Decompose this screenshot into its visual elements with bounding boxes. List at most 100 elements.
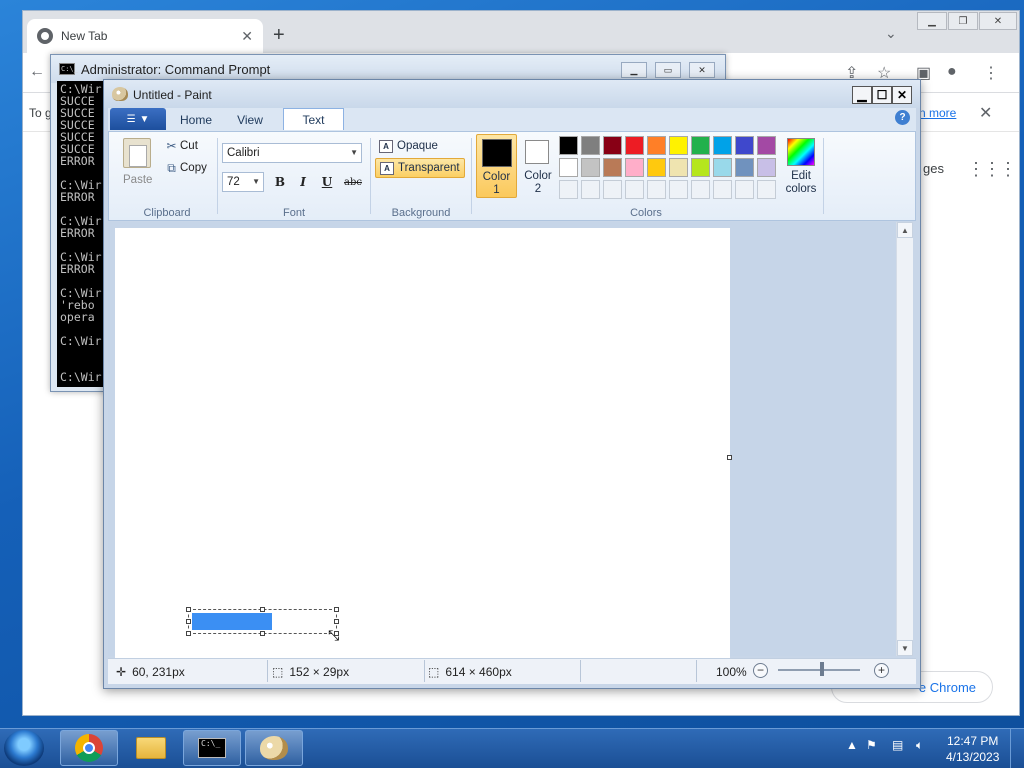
cursor-position-value: 60, 231px	[132, 665, 185, 679]
palette-swatch[interactable]	[757, 158, 776, 177]
palette-swatch[interactable]	[735, 158, 754, 177]
drawing-canvas[interactable]: ⤡	[115, 228, 732, 658]
custom-color-slot[interactable]	[647, 180, 666, 199]
transparent-option[interactable]: A Transparent	[375, 158, 465, 178]
palette-swatch[interactable]	[581, 158, 600, 177]
custom-color-slot[interactable]	[691, 180, 710, 199]
palette-swatch[interactable]	[647, 158, 666, 177]
palette-swatch[interactable]	[603, 136, 622, 155]
palette-swatch[interactable]	[625, 158, 644, 177]
selection-handle[interactable]	[334, 607, 339, 612]
copy-button[interactable]: Copy	[180, 162, 207, 174]
custom-color-slot[interactable]	[559, 180, 578, 199]
underline-button[interactable]: U	[317, 172, 337, 192]
taskbar-explorer[interactable]	[122, 730, 180, 766]
font-size-select[interactable]: 72 ▼	[222, 172, 264, 192]
palette-swatch[interactable]	[691, 158, 710, 177]
bold-button[interactable]: B	[270, 172, 290, 192]
action-center-icon[interactable]: ⚑	[866, 738, 877, 752]
tab-text[interactable]: Text	[283, 108, 344, 130]
palette-swatch[interactable]	[603, 158, 622, 177]
scroll-down-icon[interactable]: ▼	[897, 640, 913, 656]
new-tab-button[interactable]: +	[273, 25, 285, 45]
cmd-maximize-button[interactable]: ▭	[655, 62, 681, 78]
images-link[interactable]: ges	[923, 161, 944, 176]
close-tab-icon[interactable]: ✕	[241, 28, 253, 45]
back-icon[interactable]: ←	[29, 63, 45, 81]
canvas-resize-handle[interactable]	[727, 455, 732, 460]
network-icon[interactable]: ▤	[892, 738, 903, 752]
palette-swatch[interactable]	[669, 158, 688, 177]
help-icon[interactable]: ?	[895, 110, 910, 125]
paint-maximize-button[interactable]: ☐	[872, 86, 892, 104]
italic-button[interactable]: I	[293, 172, 313, 192]
custom-color-slot[interactable]	[669, 180, 688, 199]
palette-swatch[interactable]	[713, 136, 732, 155]
zoom-slider-thumb[interactable]	[820, 662, 824, 676]
color1-button[interactable]: Color 1	[476, 134, 517, 198]
zoom-slider-track[interactable]	[778, 669, 860, 671]
tab-search-chevron-icon[interactable]: ⌄	[885, 25, 897, 42]
paint-menu-button[interactable]: ☰ ▼	[110, 108, 166, 130]
paint-close-button[interactable]: ✕	[892, 86, 912, 104]
chrome-menu-icon[interactable]: ⋮	[983, 63, 999, 83]
palette-swatch[interactable]	[581, 136, 600, 155]
ribbon-separator	[217, 138, 218, 214]
cmd-minimize-button[interactable]: ▁	[621, 62, 647, 78]
cmd-app-icon: C:\_	[59, 63, 78, 75]
selection-handle[interactable]	[186, 619, 191, 624]
scroll-up-icon[interactable]: ▲	[897, 222, 913, 238]
chrome-tab-new-tab[interactable]: New Tab ✕	[27, 19, 263, 53]
chrome-close-button[interactable]: ✕	[979, 12, 1017, 30]
palette-swatch[interactable]	[757, 136, 776, 155]
custom-color-slot[interactable]	[713, 180, 732, 199]
tray-chevron-icon[interactable]: ▲	[846, 738, 858, 752]
strikethrough-button[interactable]: abc	[341, 172, 365, 192]
vertical-scrollbar[interactable]: ▲ ▼	[896, 222, 913, 656]
tab-view[interactable]: View	[224, 110, 276, 130]
google-apps-icon[interactable]: ⋮⋮⋮	[967, 159, 1017, 180]
palette-swatch[interactable]	[669, 136, 688, 155]
start-button[interactable]	[4, 730, 44, 766]
palette-swatch[interactable]	[691, 136, 710, 155]
taskbar-paint[interactable]	[245, 730, 303, 766]
palette-swatch[interactable]	[647, 136, 666, 155]
custom-color-slot[interactable]	[581, 180, 600, 199]
profile-avatar-icon[interactable]: ●	[947, 63, 957, 81]
selection-handle[interactable]	[260, 607, 265, 612]
palette-swatch[interactable]	[559, 158, 578, 177]
opaque-option[interactable]: A Opaque	[375, 136, 442, 156]
learn-more-link[interactable]: n more	[919, 106, 956, 120]
taskbar-cmd[interactable]: C:\_	[183, 730, 241, 766]
palette-swatch[interactable]	[559, 136, 578, 155]
edit-colors-button[interactable]: Edit colors	[781, 134, 821, 198]
selection-handle[interactable]	[186, 631, 191, 636]
cmd-close-button[interactable]: ✕	[689, 62, 715, 78]
custom-color-slot[interactable]	[757, 180, 776, 199]
system-clock[interactable]: 12:47 PM 4/13/2023	[946, 733, 999, 765]
show-desktop-button[interactable]	[1010, 729, 1024, 768]
tab-home[interactable]: Home	[170, 110, 222, 130]
custom-color-slot[interactable]	[625, 180, 644, 199]
font-family-select[interactable]: Calibri ▼	[222, 143, 362, 163]
color2-button[interactable]: Color 2	[520, 134, 556, 198]
palette-swatch[interactable]	[735, 136, 754, 155]
custom-color-slot[interactable]	[603, 180, 622, 199]
palette-swatch[interactable]	[625, 136, 644, 155]
chrome-restore-button[interactable]: ❐	[948, 12, 978, 30]
taskbar-chrome[interactable]	[60, 730, 118, 766]
zoom-in-icon[interactable]: +	[874, 663, 889, 678]
selection-handle[interactable]	[334, 619, 339, 624]
volume-icon[interactable]: 🔈︎	[916, 738, 923, 753]
paint-minimize-button[interactable]: ▁	[852, 86, 872, 104]
selection-handle[interactable]	[186, 607, 191, 612]
selection-handle[interactable]	[260, 631, 265, 636]
custom-color-slot[interactable]	[735, 180, 754, 199]
infobar-close-icon[interactable]: ✕	[979, 103, 992, 123]
paste-icon[interactable]	[123, 138, 151, 168]
zoom-out-icon[interactable]: −	[753, 663, 768, 678]
cut-button[interactable]: Cut	[180, 140, 198, 152]
chrome-minimize-button[interactable]: ▁	[917, 12, 947, 30]
paste-button[interactable]: Paste	[123, 174, 152, 186]
palette-swatch[interactable]	[713, 158, 732, 177]
